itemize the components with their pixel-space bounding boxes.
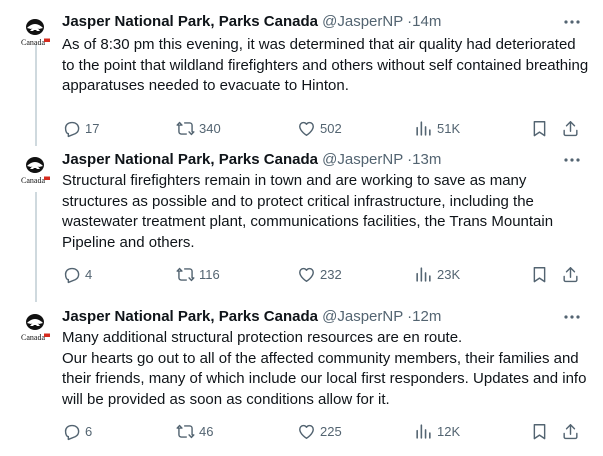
bookmark-icon: [533, 423, 546, 439]
tweet-paragraph: Structural firefighters remain in town a…: [62, 172, 554, 251]
views-count: 51K: [437, 120, 461, 136]
canada-flag-icon: [44, 38, 50, 42]
bookmark-button[interactable]: [530, 421, 549, 441]
share-button[interactable]: [561, 118, 580, 138]
bookmark-button[interactable]: [530, 118, 549, 138]
avatar[interactable]: Canada: [18, 152, 52, 186]
bookmark-icon: [533, 266, 546, 282]
author-handle[interactable]: @JasperNP: [322, 151, 403, 168]
canada-flag-icon: [44, 176, 50, 180]
like-icon: [299, 267, 314, 282]
more-icon: [564, 158, 580, 162]
reply-icon: [64, 267, 80, 283]
repost-count: 46: [199, 423, 214, 439]
like-button[interactable]: 502: [297, 118, 342, 138]
repost-count: 116: [199, 266, 220, 282]
views-count: 23K: [437, 266, 461, 282]
like-count: 502: [320, 120, 342, 136]
tweet-header: Jasper National Park, Parks Canada @Jasp…: [62, 12, 441, 32]
action-bar: 6 46 225 12K: [62, 421, 582, 441]
share-icon: [563, 120, 578, 136]
bookmark-button[interactable]: [530, 264, 549, 284]
views-icon: [416, 120, 431, 136]
like-button[interactable]: 225: [297, 421, 342, 441]
tweet-time[interactable]: 12m: [412, 308, 441, 325]
repost-button[interactable]: 340: [176, 118, 221, 138]
tweet-paragraph: Many additional structural protection re…: [62, 329, 463, 346]
reply-count: 6: [85, 423, 93, 439]
tweet-time[interactable]: 13m: [412, 151, 441, 168]
repost-icon: [176, 121, 195, 135]
action-bar: 17 340 502 51K: [62, 118, 582, 138]
avatar[interactable]: Canada: [18, 14, 52, 48]
avatar[interactable]: Canada: [18, 309, 52, 343]
reply-icon: [64, 424, 80, 440]
share-icon: [563, 423, 578, 439]
tweet-text: Structural firefighters remain in town a…: [62, 171, 592, 253]
tweet-text: Many additional structural protection re…: [62, 328, 592, 410]
reply-button[interactable]: 4: [62, 264, 92, 284]
more-options-button[interactable]: [562, 14, 582, 30]
more-icon: [564, 20, 580, 24]
reply-icon: [64, 121, 80, 137]
tweet-paragraph: As of 8:30 pm this evening, it was deter…: [62, 36, 589, 94]
reply-button[interactable]: 6: [62, 421, 92, 441]
parks-canada-logo-icon: Canada: [21, 157, 50, 185]
like-count: 232: [320, 266, 342, 282]
share-button[interactable]: [561, 264, 580, 284]
views-count: 12K: [437, 423, 461, 439]
repost-icon: [176, 424, 195, 438]
repost-button[interactable]: 46: [176, 421, 213, 441]
like-count: 225: [320, 423, 342, 439]
views-icon: [416, 266, 431, 282]
views-button[interactable]: 23K: [414, 264, 460, 284]
more-options-button[interactable]: [562, 309, 582, 325]
avatar-label: Canada: [21, 333, 45, 342]
views-icon: [416, 423, 431, 439]
tweet-paragraph: Our hearts go out to all of the affected…: [62, 349, 587, 408]
repost-button[interactable]: 116: [176, 264, 220, 284]
share-button[interactable]: [561, 421, 580, 441]
reply-count: 17: [85, 120, 100, 136]
tweet-text: As of 8:30 pm this evening, it was deter…: [62, 35, 592, 97]
repost-icon: [176, 267, 195, 281]
thread-line: [35, 192, 37, 302]
author-handle[interactable]: @JasperNP: [322, 308, 403, 325]
author-name[interactable]: Jasper National Park, Parks Canada: [62, 308, 318, 325]
parks-canada-logo-icon: Canada: [21, 19, 50, 47]
parks-canada-logo-icon: Canada: [21, 314, 50, 342]
author-handle[interactable]: @JasperNP: [322, 13, 403, 30]
views-button[interactable]: 12K: [414, 421, 460, 441]
reply-button[interactable]: 17: [62, 118, 99, 138]
repost-count: 340: [199, 120, 221, 136]
author-name[interactable]: Jasper National Park, Parks Canada: [62, 151, 318, 168]
like-button[interactable]: 232: [297, 264, 342, 284]
bookmark-icon: [533, 120, 546, 136]
tweet-time[interactable]: 14m: [412, 13, 441, 30]
tweet-header: Jasper National Park, Parks Canada @Jasp…: [62, 307, 441, 327]
more-options-button[interactable]: [562, 152, 582, 168]
avatar-label: Canada: [21, 176, 45, 185]
share-icon: [563, 266, 578, 282]
avatar-label: Canada: [21, 38, 45, 47]
thread-line: [35, 44, 37, 146]
tweet-header: Jasper National Park, Parks Canada @Jasp…: [62, 150, 441, 170]
action-bar: 4 116 232 23K: [62, 264, 582, 284]
views-button[interactable]: 51K: [414, 118, 460, 138]
more-icon: [564, 315, 580, 319]
reply-count: 4: [85, 266, 93, 282]
canada-flag-icon: [44, 333, 50, 337]
like-icon: [299, 121, 314, 136]
author-name[interactable]: Jasper National Park, Parks Canada: [62, 13, 318, 30]
like-icon: [299, 424, 314, 439]
